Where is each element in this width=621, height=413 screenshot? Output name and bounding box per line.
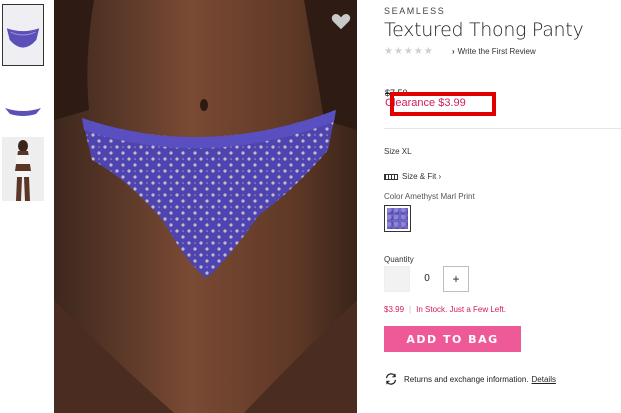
quantity-decrement-button[interactable] (384, 266, 410, 292)
stock-price: $3.99 (384, 305, 405, 314)
product-brand: SEAMLESS (384, 6, 446, 16)
thumbnail-back-image (2, 92, 44, 130)
quantity-label: Quantity (384, 255, 414, 264)
price-highlight-box (390, 92, 496, 116)
size-value: XL (401, 147, 412, 156)
chevron-right-icon: › (452, 47, 455, 56)
color-swatch-amethyst[interactable] (384, 205, 411, 232)
product-title: Textured Thong Panty (384, 19, 584, 41)
color-selection: Color Amethyst Marl Print (384, 192, 475, 201)
thumbnail-front[interactable] (2, 4, 44, 66)
quantity-increment-button[interactable]: + (443, 266, 469, 292)
size-selection: Size XL (384, 147, 412, 156)
stock-status: $3.99 | In Stock. Just a Few Left. (384, 305, 506, 314)
separator: | (409, 305, 412, 314)
returns-info: Returns and exchange information. Detail… (384, 372, 556, 386)
size-label: Size (384, 147, 400, 156)
color-label: Color (384, 192, 404, 201)
add-to-bag-button[interactable]: ADD TO BAG (384, 326, 521, 352)
thumbnail-model-image (2, 137, 44, 201)
thumbnail-model[interactable] (2, 137, 44, 201)
size-fit-label: Size & Fit (402, 172, 437, 181)
size-fit-link[interactable]: Size & Fit › (384, 172, 441, 181)
divider (384, 128, 621, 129)
heart-icon[interactable] (330, 10, 352, 32)
returns-text: Returns and exchange information. (404, 374, 529, 384)
returns-details-link[interactable]: Details (532, 375, 556, 384)
product-main-image (54, 0, 357, 413)
swatch-fill (387, 208, 408, 229)
thumbnail-front-image (3, 5, 43, 65)
write-review-label: Write the First Review (457, 47, 536, 56)
quantity-value[interactable]: 0 (416, 266, 438, 292)
rating-stars: ★★★★★ (384, 46, 434, 57)
color-value: Amethyst Marl Print (404, 192, 475, 201)
returns-icon (385, 373, 397, 385)
chevron-right-icon: › (436, 172, 442, 181)
write-review-link[interactable]: › Write the First Review (452, 47, 536, 56)
stock-status-text: In Stock. Just a Few Left. (416, 305, 506, 314)
ruler-icon (384, 173, 398, 180)
thumbnail-back[interactable] (2, 92, 44, 130)
